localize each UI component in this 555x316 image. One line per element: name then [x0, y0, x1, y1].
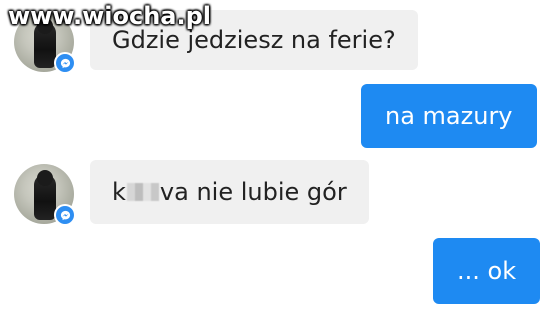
contact-avatar[interactable]: [14, 164, 76, 226]
messenger-bolt-icon: [60, 58, 70, 68]
message-text-start: k: [112, 178, 126, 206]
censored-word-blur: [126, 183, 159, 201]
message-bubble-outgoing[interactable]: ... ok: [433, 238, 541, 304]
message-text: na mazury: [385, 102, 513, 130]
messenger-bolt-icon: [60, 210, 70, 220]
message-bubble-outgoing[interactable]: na mazury: [361, 84, 537, 148]
message-bubble-incoming[interactable]: k va nie lubie gór: [90, 160, 369, 224]
avatar-head: [37, 170, 53, 186]
messenger-icon: [54, 52, 76, 74]
watermark: www.wiocha.pl: [8, 2, 212, 30]
message-text-end: va nie lubie gór: [159, 178, 347, 206]
message-text: Gdzie jedziesz na ferie?: [112, 26, 396, 54]
chat-thread: www.wiocha.pl Gdzie jedziesz na ferie? n…: [0, 0, 555, 316]
message-text: ... ok: [457, 257, 517, 285]
messenger-icon: [54, 204, 76, 226]
